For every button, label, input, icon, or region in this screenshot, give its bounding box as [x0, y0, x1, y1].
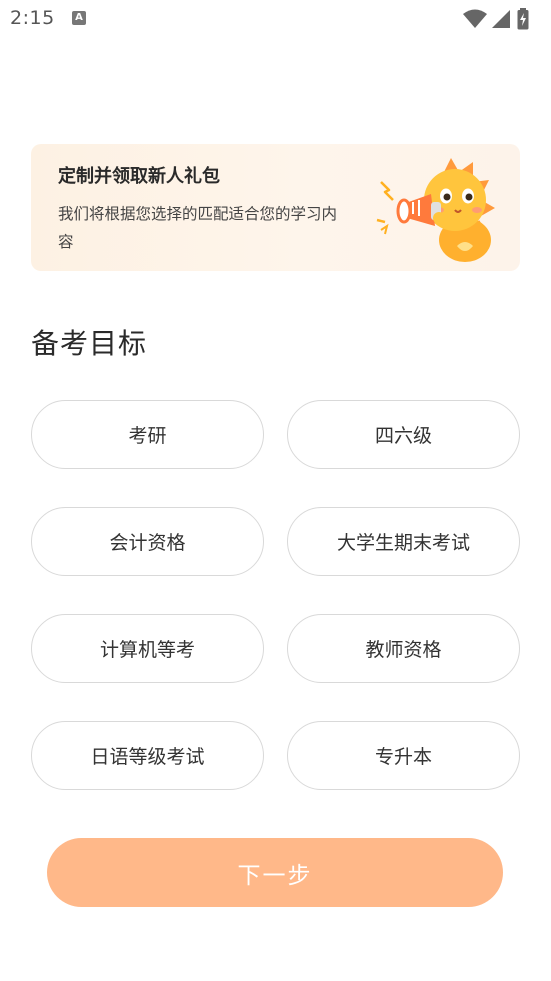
screen: 2:15 A 定制并领取新人礼包 我们将根据您选择的匹配适合您的学习内容 备考目…: [0, 0, 551, 981]
option-teacher-qualification[interactable]: 教师资格: [287, 614, 520, 683]
mascot-megaphone-illustration: [376, 158, 495, 262]
signal-icon: [492, 10, 510, 28]
wifi-icon: [463, 9, 487, 28]
status-time: 2:15: [10, 7, 55, 29]
banner-title: 定制并领取新人礼包: [58, 166, 220, 187]
new-user-gift-banner[interactable]: 定制并领取新人礼包 我们将根据您选择的匹配适合您的学习内容: [31, 144, 520, 271]
option-accounting-qualification[interactable]: 会计资格: [31, 507, 264, 576]
next-step-button[interactable]: 下一步: [47, 838, 503, 907]
option-kaoyan[interactable]: 考研: [31, 400, 264, 469]
status-icons: [463, 8, 543, 30]
app-notification-icon: A: [72, 11, 86, 25]
status-bar: 2:15 A: [0, 0, 551, 40]
option-college-final-exam[interactable]: 大学生期末考试: [287, 507, 520, 576]
banner-description: 我们将根据您选择的匹配适合您的学习内容: [58, 205, 338, 251]
section-title-exam-goal: 备考目标: [31, 327, 148, 360]
option-zhuanshengben[interactable]: 专升本: [287, 721, 520, 790]
option-japanese-level-exam[interactable]: 日语等级考试: [31, 721, 264, 790]
option-computer-rank-exam[interactable]: 计算机等考: [31, 614, 264, 683]
battery-charging-icon: [517, 8, 529, 30]
option-cet[interactable]: 四六级: [287, 400, 520, 469]
